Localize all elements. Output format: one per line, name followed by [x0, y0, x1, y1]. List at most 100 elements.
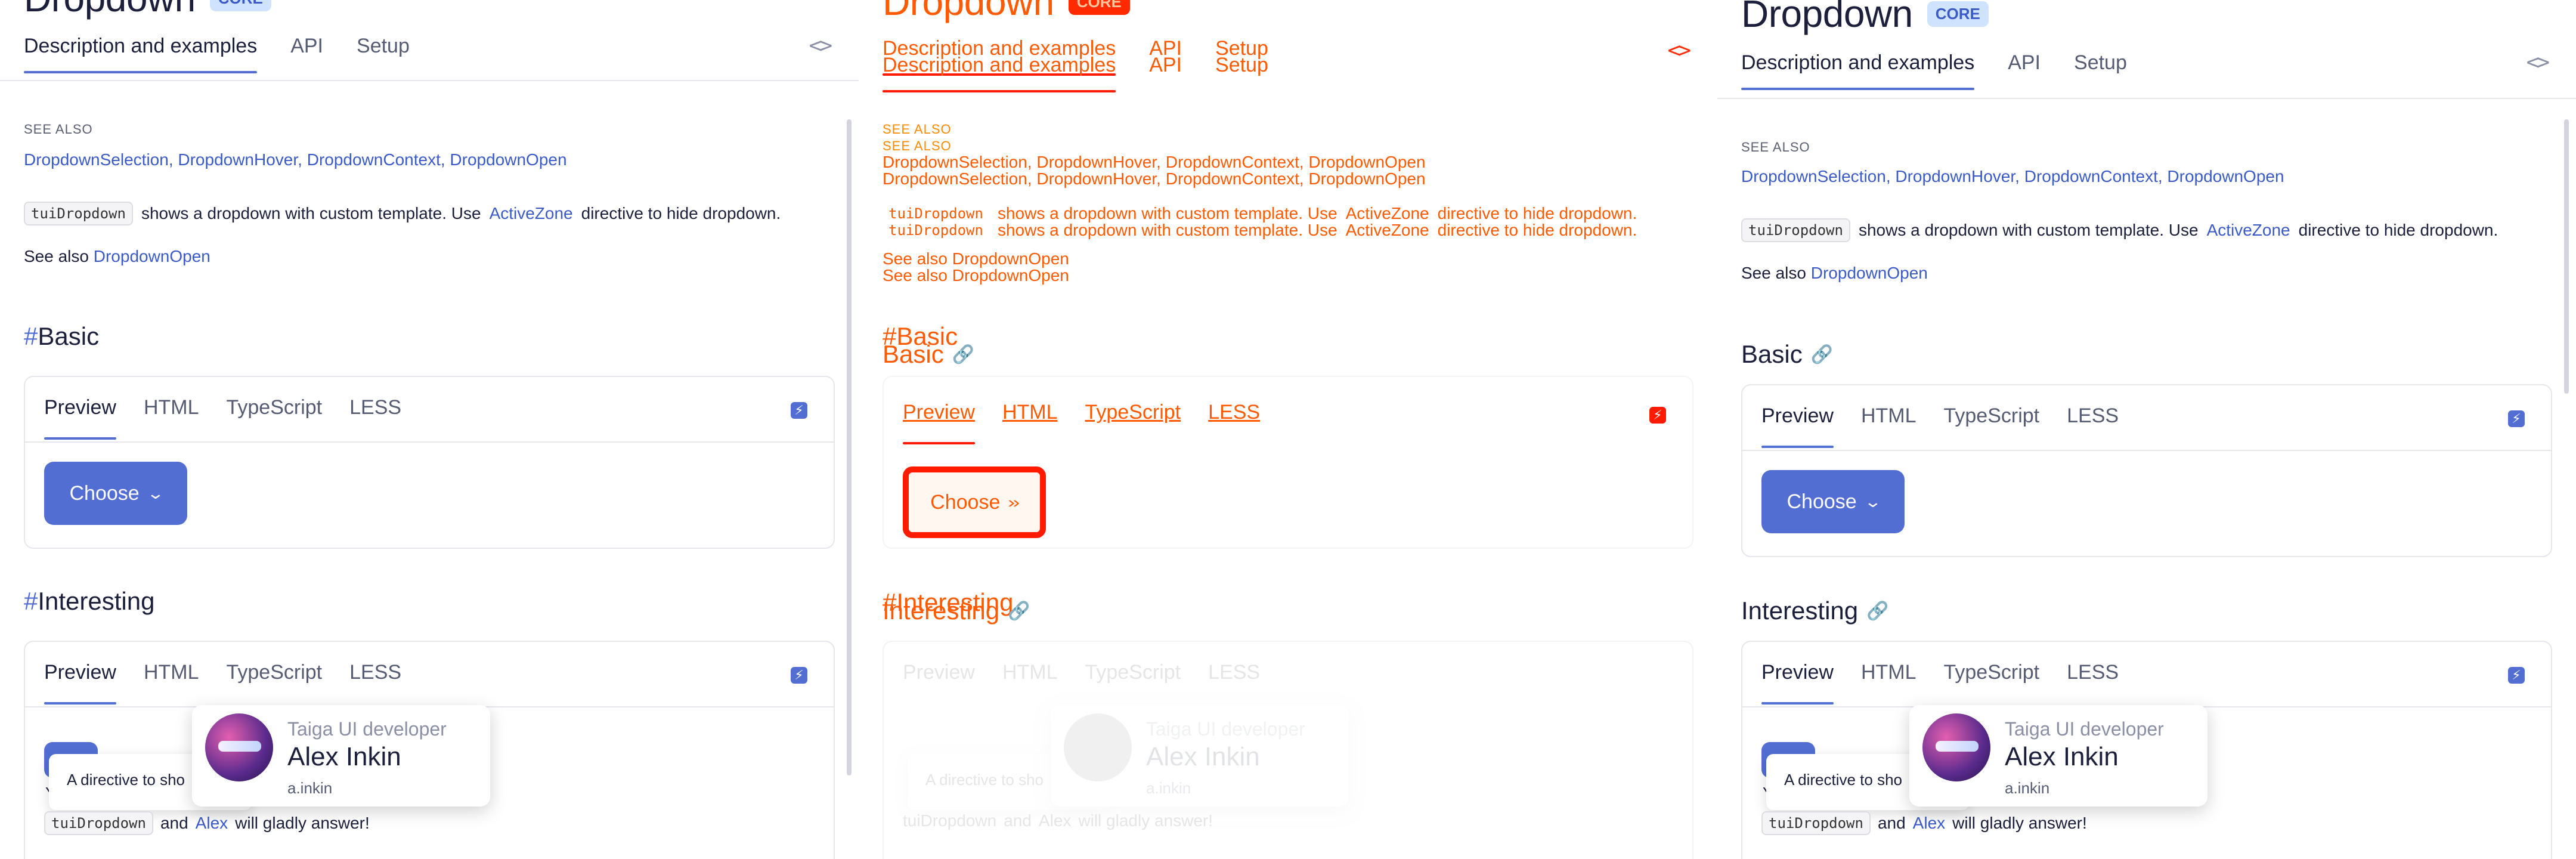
left-panel: Dropdown CORE Description and examples A… — [0, 0, 859, 859]
link-dropdown-hover[interactable]: DropdownHover — [178, 150, 298, 169]
avatar — [205, 713, 273, 781]
page-tabs: Description and examples API Setup — [24, 35, 835, 73]
doc-page-diff: Dropdown CORE Description and examples A… — [859, 0, 1717, 859]
heading-text: Interesting — [1741, 597, 1859, 625]
tab-api[interactable]: API — [2008, 51, 2041, 90]
card-tab-html[interactable]: HTML — [1861, 404, 1916, 448]
card-tab-less[interactable]: LESS — [349, 396, 401, 440]
tab-setup[interactable]: Setup — [2074, 51, 2127, 90]
and-text: and — [1004, 811, 1032, 830]
link-dropdown-hover[interactable]: DropdownHover — [1895, 167, 2015, 186]
link-dropdown-open[interactable]: DropdownOpen — [2167, 167, 2284, 186]
card-tabs: Preview HTML TypeScript LESS — [44, 396, 401, 440]
card-tab-preview[interactable]: Preview — [1761, 404, 1834, 448]
card-tab-html[interactable]: HTML — [144, 396, 199, 440]
tab-description[interactable]: Description and examples — [24, 35, 258, 73]
card-tab-html[interactable]: HTML — [144, 661, 199, 704]
profile-name: Alex Inkin — [287, 742, 401, 771]
code-icon[interactable]: <> — [2527, 50, 2550, 75]
scrollbar[interactable] — [847, 119, 852, 775]
description: tuiDropdown shows a dropdown with custom… — [1741, 218, 2498, 242]
heading-text: Basic — [1741, 340, 1803, 368]
card-tab-less[interactable]: LESS — [349, 661, 401, 704]
link-icon[interactable]: 🔗 — [1811, 344, 1833, 365]
see-also-line: See also DropdownOpen — [24, 247, 210, 266]
card-tab-less[interactable]: LESS — [1208, 661, 1260, 704]
link-active-zone[interactable]: ActiveZone — [2207, 221, 2290, 240]
description-text-after: directive to hide dropdown. — [581, 204, 781, 223]
example-card-basic: Preview HTML TypeScript LESS ⚡ Choose ⌄ — [24, 376, 835, 549]
card-tab-preview[interactable]: Preview — [903, 661, 975, 704]
code-chip: tuiDropdown — [1761, 811, 1871, 835]
link-dropdown-selection[interactable]: DropdownSelection — [24, 150, 169, 169]
card-tab-typescript[interactable]: TypeScript — [227, 396, 323, 440]
profile-name: Alex Inkin — [1146, 742, 1260, 771]
card-tab-html[interactable]: HTML — [1002, 661, 1058, 704]
profile-card[interactable]: Taiga UI developer Alex Inkin a.inkin — [192, 705, 490, 807]
link-alex[interactable]: Alex — [1913, 814, 1945, 833]
link-dropdown-open[interactable]: DropdownOpen — [450, 150, 566, 169]
card-tab-typescript[interactable]: TypeScript — [227, 661, 323, 704]
choose-button[interactable]: Choose ⌄ — [44, 462, 187, 525]
choose-label: Choose — [1787, 490, 1857, 513]
link-dropdown-context[interactable]: DropdownContext — [307, 150, 441, 169]
card-tab-preview[interactable]: Preview — [44, 661, 116, 704]
bolt-icon[interactable]: ⚡ — [2508, 410, 2525, 427]
profile-name: Alex Inkin — [2005, 742, 2119, 771]
tabs-divider — [1717, 98, 2576, 99]
answer-text: will gladly answer! — [1078, 811, 1213, 830]
card-tab-typescript[interactable]: TypeScript — [1944, 404, 2040, 448]
see-also-line: See also DropdownOpen — [1741, 264, 1928, 283]
link-alex[interactable]: Alex — [196, 814, 228, 833]
card-tab-html[interactable]: HTML — [1861, 661, 1916, 704]
scrollbar[interactable] — [2564, 119, 2569, 394]
code-icon[interactable]: <> — [809, 33, 832, 58]
heading-interesting: #Interesting — [24, 587, 154, 616]
profile-handle: a.inkin — [287, 779, 333, 797]
hash-symbol[interactable]: # — [24, 322, 38, 350]
choose-label: Choose — [69, 481, 140, 505]
card-divider — [1742, 450, 2551, 451]
link-dropdown-open-inline[interactable]: DropdownOpen — [1811, 264, 1928, 282]
link-icon[interactable]: 🔗 — [1866, 601, 1888, 622]
right-panel: Dropdown CORE Description and examples A… — [1717, 0, 2576, 859]
faded-preview: Preview HTML TypeScript LESS A directive… — [859, 0, 1717, 859]
see-also-links: DropdownSelection, DropdownHover, Dropdo… — [24, 150, 567, 169]
doc-page-left: Dropdown CORE Description and examples A… — [0, 0, 859, 859]
profile-role: Taiga UI developer — [1146, 718, 1305, 740]
tab-setup[interactable]: Setup — [357, 35, 410, 73]
see-also-prefix: See also — [24, 247, 89, 265]
heading-basic: Basic 🔗 — [1741, 340, 1833, 369]
card-tab-preview[interactable]: Preview — [1761, 661, 1834, 704]
profile-role: Taiga UI developer — [287, 718, 447, 740]
tab-description[interactable]: Description and examples — [1741, 51, 1975, 90]
tab-api[interactable]: API — [290, 35, 323, 73]
card-tab-less[interactable]: LESS — [2067, 404, 2119, 448]
link-dropdown-selection[interactable]: DropdownSelection — [1741, 167, 1886, 186]
avatar — [1064, 713, 1132, 781]
bolt-icon[interactable]: ⚡ — [2508, 667, 2525, 684]
core-badge: CORE — [209, 0, 271, 11]
link-alex[interactable]: Alex — [1039, 811, 1071, 830]
card-tab-less[interactable]: LESS — [2067, 661, 2119, 704]
choose-button[interactable]: Choose ⌄ — [1761, 470, 1905, 533]
answer-text: will gladly answer! — [235, 814, 370, 832]
code-chip: tuiDropdown — [44, 811, 153, 835]
card-divider — [25, 441, 834, 443]
card-tab-typescript[interactable]: TypeScript — [1085, 661, 1181, 704]
link-dropdown-open-inline[interactable]: DropdownOpen — [94, 247, 210, 265]
hash-symbol[interactable]: # — [24, 587, 38, 615]
profile-card[interactable]: Taiga UI developer Alex Inkin a.inkin — [1051, 705, 1349, 807]
card-tab-preview[interactable]: Preview — [44, 396, 116, 440]
chevron-down-icon: ⌄ — [146, 484, 165, 502]
code-chip: tuiDropdown — [24, 202, 133, 225]
heading-basic: #Basic — [24, 322, 99, 351]
bolt-icon[interactable]: ⚡ — [791, 667, 807, 684]
link-dropdown-context[interactable]: DropdownContext — [2024, 167, 2158, 186]
bolt-icon[interactable]: ⚡ — [791, 402, 807, 419]
and-text: and — [1877, 814, 1906, 832]
card-tab-typescript[interactable]: TypeScript — [1944, 661, 2040, 704]
title-row: Dropdown CORE — [1741, 0, 1989, 36]
link-active-zone[interactable]: ActiveZone — [490, 204, 573, 223]
profile-card[interactable]: Taiga UI developer Alex Inkin a.inkin — [1909, 705, 2207, 807]
